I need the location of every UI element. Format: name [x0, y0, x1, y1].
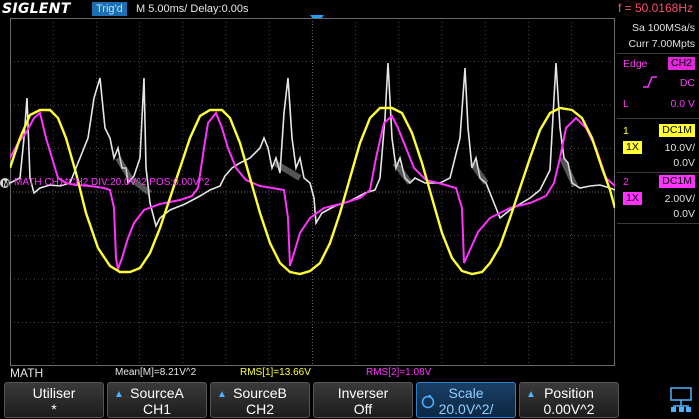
trigger-level: 0.0 V — [670, 98, 695, 110]
usb-device-icon — [670, 387, 692, 412]
ch2-probe-badge[interactable]: 1X — [623, 192, 642, 205]
memory-depth: Curr 7.00Mpts — [628, 38, 695, 50]
trigger-coupling: DC — [679, 77, 695, 89]
ch2-rms-measurement: RMS[2]=1.08V — [366, 367, 432, 378]
softkey-value: 0.00V^2 — [543, 401, 595, 417]
ch2-coupling-badge[interactable]: DC1M — [659, 175, 695, 188]
ch1-coupling-badge[interactable]: DC1M — [659, 124, 695, 137]
ch2-scale: 2.00V/ — [664, 193, 695, 205]
ground-marker-icon[interactable]: M — [0, 176, 11, 190]
softkey-label: Utiliser — [32, 385, 76, 401]
softkey-value: Off — [353, 401, 373, 417]
math-mean-measurement: Mean[M]=8.21V^2 — [115, 367, 197, 378]
ch2-offset: 0.0V — [673, 208, 695, 220]
trigger-type[interactable]: Edge — [623, 58, 648, 70]
softkey-position[interactable]: ▲ Position 0.00V^2 — [519, 382, 619, 418]
softkey-value: CH2 — [245, 401, 274, 417]
trigger-status-badge: Trig'd — [92, 2, 127, 16]
menu-arrow-icon: ▲ — [114, 389, 124, 400]
menu-arrow-icon: ▲ — [526, 389, 536, 400]
softkey-source-b[interactable]: ▲ SourceB CH2 — [210, 382, 310, 418]
math-overlay-label: MATH CH1*CH2 DIV:20.0V^2 POS:0.00V^2 — [14, 177, 210, 188]
trigger-level-label: L — [623, 98, 629, 110]
softkey-value: * — [51, 401, 57, 417]
ch1-probe-badge[interactable]: 1X — [623, 141, 642, 154]
sample-rate: Sa 100MSa/s — [631, 22, 695, 34]
frequency-readout: f = 50.0168Hz — [617, 1, 693, 15]
timebase-readout[interactable]: M 5.00ms/ Delay:0.00s — [136, 2, 249, 16]
adjust-knob-icon — [421, 395, 435, 409]
math-status-label: MATH — [10, 366, 44, 380]
ch2-number[interactable]: 2 — [623, 176, 629, 188]
softkey-label: Inverser — [337, 385, 389, 401]
ch1-offset: 0.0V — [673, 157, 695, 169]
right-info-panel: Sa 100MSa/s Curr 7.00Mpts Edge CH2 DC L … — [617, 18, 699, 366]
ch1-scale: 10.0V/ — [664, 142, 695, 154]
rising-edge-icon — [643, 76, 657, 88]
top-status-bar: SIGLENT Trig'd M 5.00ms/ Delay:0.00s f =… — [0, 0, 699, 18]
ch1-number[interactable]: 1 — [623, 125, 629, 137]
softkey-invert[interactable]: Inverser Off — [313, 382, 413, 418]
softkey-scale[interactable]: Scale 20.0V^2/ — [416, 382, 516, 418]
brand-logo: SIGLENT — [2, 1, 71, 17]
softkey-operator[interactable]: Utiliser * — [4, 382, 104, 418]
softkey-source-a[interactable]: ▲ SourceA CH1 — [107, 382, 207, 418]
menu-arrow-icon: ▲ — [217, 389, 227, 400]
softkey-value: CH1 — [142, 401, 171, 417]
measurement-status-row: MATH Mean[M]=8.21V^2 RMS[1]=13.66V RMS[2… — [0, 366, 699, 380]
waveform-display[interactable]: MATH CH1*CH2 DIV:20.0V^2 POS:0.00V^2 — [10, 18, 615, 366]
ch1-rms-measurement: RMS[1]=13.66V — [240, 367, 311, 378]
trigger-source-badge[interactable]: CH2 — [667, 57, 695, 70]
svg-text:M: M — [3, 180, 10, 189]
softkey-menu: Utiliser * ▲ SourceA CH1 ▲ SourceB CH2 I… — [0, 380, 699, 419]
